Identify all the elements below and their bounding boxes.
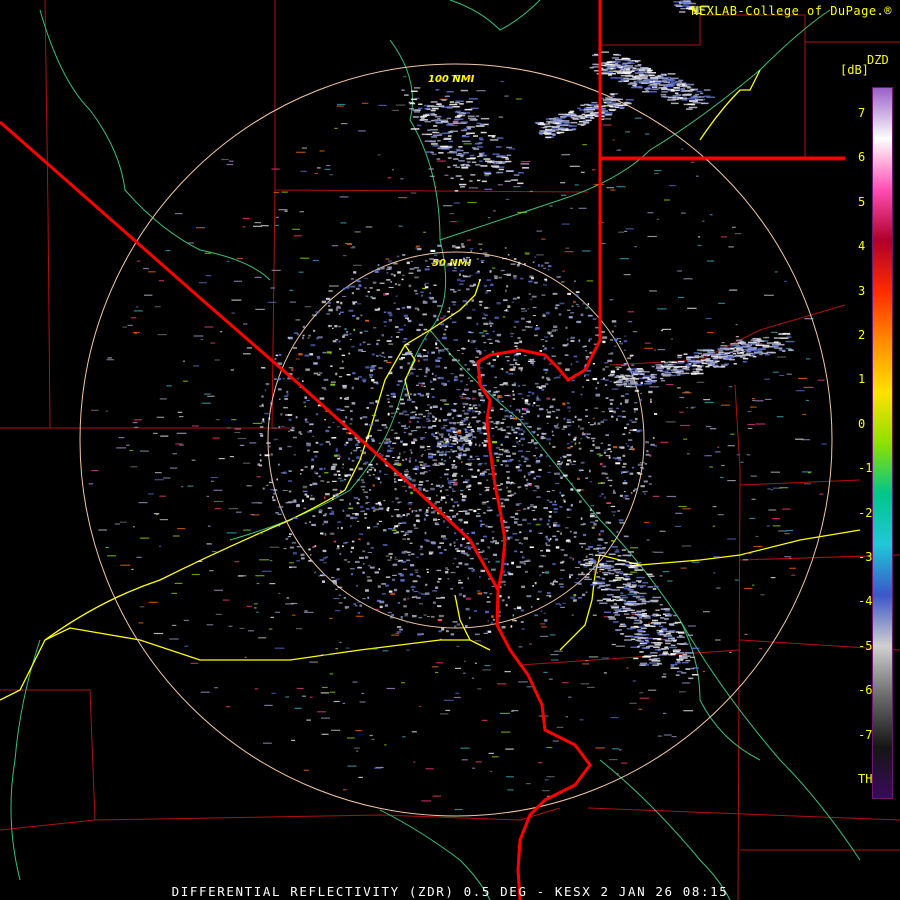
colorbar-tick: 2 <box>858 328 866 342</box>
colorbar-tick: -3 <box>858 550 873 564</box>
colorbar-tick: 4 <box>858 239 866 254</box>
colorbar-tick: TH <box>858 772 873 786</box>
colorbar-tick: -2 <box>858 505 873 520</box>
colorbar-tick: 5 <box>858 194 866 209</box>
colorbar-tick: 6 <box>858 150 866 165</box>
colorbar-tick: -6 <box>858 683 873 698</box>
colorbar-tick: 3 <box>858 283 866 298</box>
product-caption: DIFFERENTIAL REFLECTIVITY (ZDR) 0.5 DEG … <box>171 884 729 899</box>
colorbar-tick: -5 <box>858 638 873 653</box>
data-source-credit: NEXLAB-College of DuPage.® <box>691 4 892 18</box>
colorbar-tick: 1 <box>858 372 866 387</box>
colorbar-tick: 7 <box>858 106 866 120</box>
zdr-colorbar <box>872 87 893 799</box>
colorbar-tick: -1 <box>858 461 873 476</box>
range-ring-label-100: 100 NMI <box>428 74 475 85</box>
colorbar-unit-label: [dB] <box>840 63 869 77</box>
radar-map: 50 NMI 100 NMI <box>0 0 900 900</box>
colorbar-tick: 0 <box>858 416 866 431</box>
colorbar-tick: -4 <box>858 594 873 609</box>
colorbar-tick: -7 <box>858 727 873 742</box>
colorbar-product-label: DZD <box>867 53 889 67</box>
